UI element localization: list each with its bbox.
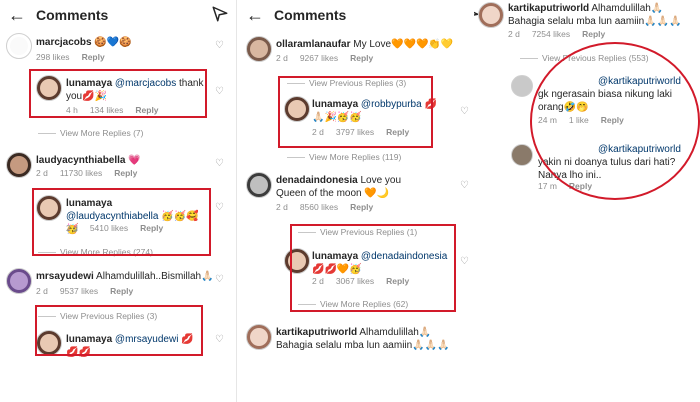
heart-icon[interactable]: ♡ — [215, 202, 224, 213]
comment-meta: 298 likes Reply — [36, 52, 105, 62]
highlight-box — [32, 188, 211, 256]
comments-panel-3: kartikaputriworld Alhamdulillah🙏🏻 Bahagi… — [474, 0, 700, 402]
heart-icon[interactable]: ♡ — [215, 334, 224, 345]
comment-text: laudyacynthiabella 💗 — [36, 155, 141, 166]
avatar[interactable] — [246, 172, 272, 198]
avatar[interactable] — [478, 2, 504, 28]
divider — [236, 0, 237, 402]
avatar[interactable] — [511, 75, 533, 97]
comment-text: kartikaputriworld Alhamdulillah🙏🏻 Bahagi… — [508, 3, 682, 27]
reply-button[interactable]: Reply — [110, 286, 133, 296]
comment-meta: 2 d 9537 likes Reply — [36, 286, 134, 296]
heart-icon[interactable]: ♡ — [215, 274, 224, 285]
highlight-box — [29, 69, 207, 118]
comment-text: mrsayudewi Alhamdulillah..Bismillah🙏🏻 — [36, 271, 214, 282]
highlight-box — [35, 305, 203, 356]
avatar[interactable] — [246, 36, 272, 62]
comments-panel-1: ← Comments marcjacobs 🍪💙🍪 298 likes Reply… — [0, 0, 234, 402]
highlight-box — [290, 224, 456, 312]
reply-button[interactable]: Reply — [350, 202, 373, 212]
page-title: Comments — [36, 7, 109, 23]
heart-icon[interactable]: ♡ — [460, 256, 469, 267]
comment-meta: 2 d 7254 likes Reply — [508, 29, 606, 39]
back-arrow-icon[interactable]: ← — [8, 5, 26, 25]
view-more-replies[interactable]: View More Replies (7) — [38, 128, 143, 138]
comment-meta: 2 d 11730 likes Reply — [36, 168, 138, 178]
avatar[interactable] — [6, 152, 32, 178]
comments-panel-2: ← Comments ollaramlanaufar My Love🧡🧡🧡👏💛 … — [238, 0, 474, 402]
reply-button[interactable]: Reply — [350, 53, 373, 63]
comment-text: denadaindonesia Love you Queen of the mo… — [276, 175, 402, 199]
reply-button[interactable]: Reply — [114, 168, 137, 178]
heart-icon[interactable]: ♡ — [215, 40, 224, 51]
heart-icon[interactable]: ♡ — [460, 106, 469, 117]
comment-text: marcjacobs 🍪💙🍪 — [36, 37, 132, 48]
back-arrow-icon[interactable]: ← — [246, 5, 264, 25]
highlight-box — [278, 76, 433, 148]
avatar[interactable] — [6, 33, 32, 59]
heart-icon[interactable]: ♡ — [460, 180, 469, 191]
avatar[interactable] — [246, 324, 272, 350]
page-title: Comments — [274, 7, 347, 23]
avatar[interactable] — [6, 268, 32, 294]
reply-button[interactable]: Reply — [582, 29, 605, 39]
header: ← Comments — [0, 0, 234, 32]
highlight-circle — [530, 42, 700, 200]
comment-meta: 2 d 8560 likes Reply — [276, 202, 374, 212]
reply-button[interactable]: Reply — [82, 52, 105, 62]
comment-text: ollaramlanaufar My Love🧡🧡🧡👏💛 — [276, 39, 454, 50]
header: ← Comments — [238, 0, 474, 32]
comment-meta: 2 d 9267 likes Reply — [276, 53, 374, 63]
comment-text: kartikaputriworld Alhamdulillah🙏🏻 Bahagi… — [276, 327, 450, 351]
avatar[interactable] — [511, 144, 533, 166]
heart-icon[interactable]: ♡ — [215, 158, 224, 169]
send-icon[interactable] — [211, 5, 229, 23]
view-more-replies[interactable]: View More Replies (119) — [287, 152, 401, 162]
heart-icon[interactable]: ♡ — [215, 86, 224, 97]
